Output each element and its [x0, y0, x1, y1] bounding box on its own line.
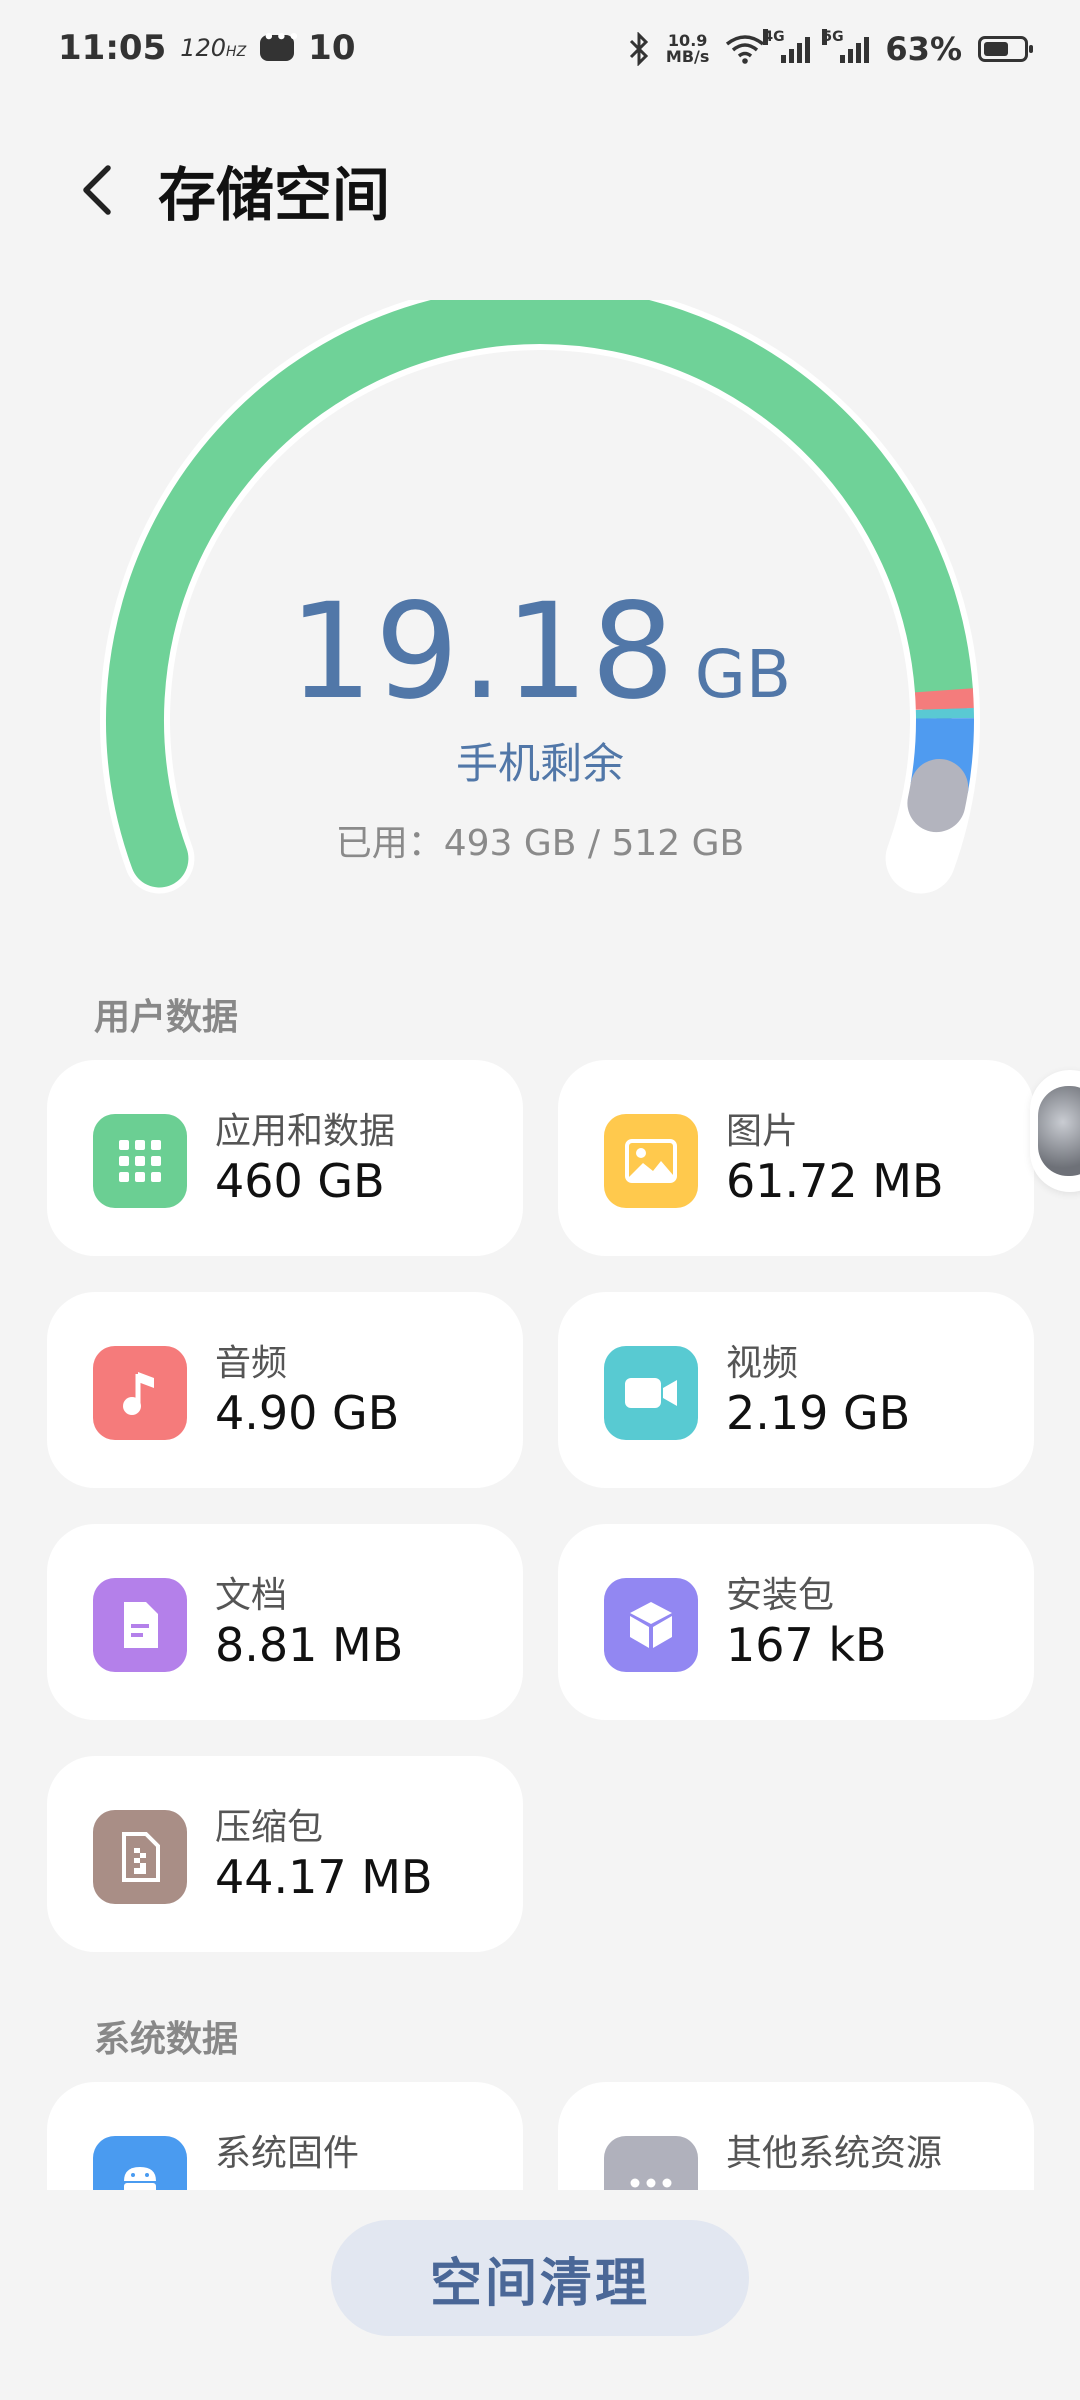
clean-space-button[interactable]: 空间清理 — [331, 2220, 749, 2336]
card-name: 视频 — [726, 1343, 799, 1384]
back-button[interactable] — [60, 150, 140, 230]
wifi-icon — [726, 35, 765, 64]
card-audio[interactable]: 音频 4.90 GB — [47, 1292, 523, 1488]
user-data-label: 用户数据 — [94, 997, 239, 1038]
card-archives[interactable]: 压缩包 44.17 MB — [47, 1756, 523, 1952]
android-icon — [93, 2136, 187, 2190]
bluetooth-icon — [629, 32, 649, 66]
card-size: 44.17 MB — [215, 1850, 433, 1904]
message-icon — [260, 27, 301, 61]
card-name: 文档 — [215, 1575, 288, 1616]
card-size: 167 kB — [726, 1618, 887, 1672]
card-apps-data[interactable]: 应用和数据 460 GB — [47, 1060, 523, 1256]
card-name: 图片 — [726, 1111, 799, 1152]
card-system-firmware[interactable]: 系统固件 — [47, 2082, 523, 2190]
video-camera-icon — [604, 1346, 698, 1440]
chevron-left-icon — [83, 165, 111, 215]
package-cube-icon — [604, 1578, 698, 1672]
card-name: 应用和数据 — [215, 1111, 396, 1152]
refresh-rate: 120HZ — [180, 34, 247, 62]
page-title: 存储空间 — [158, 161, 391, 229]
storage-gauge: 19.18 GB 手机剩余 已用：493 GB / 512 GB — [0, 300, 1080, 920]
system-data-label: 系统数据 — [94, 2019, 239, 2060]
image-icon — [604, 1114, 698, 1208]
card-name: 其他系统资源 — [726, 2133, 943, 2174]
card-packages[interactable]: 安装包 167 kB — [558, 1524, 1034, 1720]
document-icon — [93, 1578, 187, 1672]
notification-count: 10 — [308, 28, 356, 68]
signal-4g-icon: 4G — [763, 29, 811, 63]
card-name: 安装包 — [726, 1575, 835, 1616]
status-bar: 11:05 120HZ 10 10.9 MB/s 4G — [0, 0, 1080, 104]
used-space-label: 已用：493 GB / 512 GB — [335, 823, 745, 864]
free-space-label: 手机剩余 — [455, 739, 624, 788]
free-space-value: 19.18 GB — [288, 575, 792, 729]
battery-percent: 63% — [885, 30, 962, 68]
card-name: 系统固件 — [215, 2133, 360, 2174]
card-images[interactable]: 图片 61.72 MB — [558, 1060, 1034, 1256]
card-size: 4.90 GB — [215, 1386, 400, 1440]
card-name: 压缩包 — [215, 1807, 324, 1848]
card-other-system[interactable]: 其他系统资源 — [558, 2082, 1034, 2190]
card-name: 音频 — [215, 1343, 288, 1384]
status-time: 11:05 — [58, 28, 167, 68]
battery-icon — [978, 36, 1033, 62]
card-size: 2.19 GB — [726, 1386, 911, 1440]
zip-file-icon — [93, 1810, 187, 1904]
header: 存储空间 — [0, 140, 1080, 240]
apps-grid-icon — [93, 1114, 187, 1208]
scroll-content[interactable]: 11:05 120HZ 10 10.9 MB/s 4G — [0, 0, 1080, 2190]
card-size: 8.81 MB — [215, 1618, 404, 1672]
card-size: 61.72 MB — [726, 1154, 944, 1208]
more-dots-icon — [604, 2136, 698, 2190]
signal-5g-icon: 5G — [822, 29, 870, 63]
music-note-icon — [93, 1346, 187, 1440]
card-video[interactable]: 视频 2.19 GB — [558, 1292, 1034, 1488]
floating-ball[interactable] — [1030, 1070, 1080, 1192]
network-speed: 10.9 MB/s — [665, 31, 710, 66]
card-size: 460 GB — [215, 1154, 385, 1208]
card-documents[interactable]: 文档 8.81 MB — [47, 1524, 523, 1720]
